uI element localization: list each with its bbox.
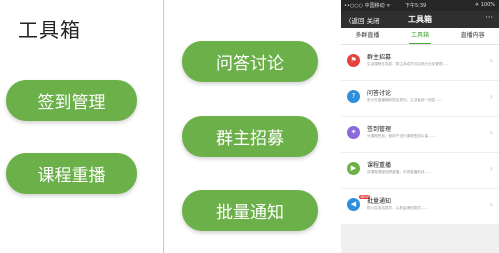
item-name: 课程重播 [367, 162, 392, 169]
carrier-text: ••○○○ 中国移动 ᯤ [344, 3, 391, 9]
more-icon[interactable]: ··· [485, 13, 493, 22]
chevron-right-icon: › [489, 92, 493, 101]
list-item[interactable]: ▶ 课程重播 将课程课程回顾重播，可再直播前线…… › [341, 153, 499, 189]
group-leader-recruit-button[interactable]: 群主招募 [182, 116, 318, 157]
nav-title: 工具箱 [408, 15, 432, 24]
course-replay-button[interactable]: 课程重播 [6, 153, 137, 194]
item-name: 群主招募 [367, 54, 392, 61]
item-desc: 分课程签到，使用户进行课程签到以保…… [367, 134, 436, 138]
flag-icon: ⚑ [347, 54, 360, 67]
tab-live-content[interactable]: 直播内容 [446, 28, 499, 44]
chevron-right-icon: › [489, 200, 493, 209]
item-desc: 生活课程在发起，群主添成员可实现分社化管理…… [367, 62, 450, 66]
list-item[interactable]: ✦ 签到管理 分课程签到，使用户进行课程签到以保…… › [341, 117, 499, 153]
clock-text: 下午5:39 [405, 3, 427, 9]
phone-screen: ••○○○ 中国移动 ᯤ 下午5:39 ✈ 100% 〈返回 关闭 工具箱 ··… [341, 0, 499, 253]
item-desc: 将课程课程回顾重播，可再直播前线…… [367, 170, 432, 174]
tab-multi-group-live[interactable]: 多群直播 [341, 28, 394, 44]
item-desc: 听众在直播期间提出提问，主讲者统一回答…… [367, 98, 443, 102]
battery-text: ✈ 100% [474, 2, 495, 8]
item-name: 签到管理 [367, 126, 392, 133]
item-name: 问答讨论 [367, 90, 392, 97]
tool-list: ⚑ 群主招募 生活课程在发起，群主添成员可实现分社化管理…… › ? 问答讨论 … [341, 45, 499, 225]
tab-bar: 多群直播 工具箱 直播内容 [341, 28, 499, 45]
list-item[interactable]: ◀ NEW 批量通知 群公告发给群员，以批量通知群员…… › [341, 189, 499, 225]
list-item[interactable]: ? 问答讨论 听众在直播期间提出提问，主讲者统一回答…… › [341, 81, 499, 117]
qa-icon: ? [347, 90, 360, 103]
nav-bar: 〈返回 关闭 工具箱 ··· [341, 11, 499, 28]
tab-toolbox[interactable]: 工具箱 [394, 28, 447, 44]
divider [163, 0, 164, 253]
list-item[interactable]: ⚑ 群主招募 生活课程在发起，群主添成员可实现分社化管理…… › [341, 45, 499, 81]
qa-discussion-button[interactable]: 问答讨论 [182, 41, 318, 82]
checkin-icon: ✦ [347, 126, 360, 139]
megaphone-icon: ◀ [347, 198, 360, 211]
checkin-management-button[interactable]: 签到管理 [6, 80, 137, 121]
chevron-right-icon: › [489, 56, 493, 65]
page-title: 工具箱 [18, 18, 81, 42]
chevron-right-icon: › [489, 128, 493, 137]
replay-icon: ▶ [347, 162, 360, 175]
item-desc: 群公告发给群员，以批量通知群员…… [367, 206, 429, 210]
batch-notify-button[interactable]: 批量通知 [182, 190, 318, 231]
item-name: 批量通知 [367, 198, 392, 205]
status-bar: ••○○○ 中国移动 ᯤ 下午5:39 ✈ 100% [341, 0, 499, 11]
chevron-right-icon: › [489, 164, 493, 173]
